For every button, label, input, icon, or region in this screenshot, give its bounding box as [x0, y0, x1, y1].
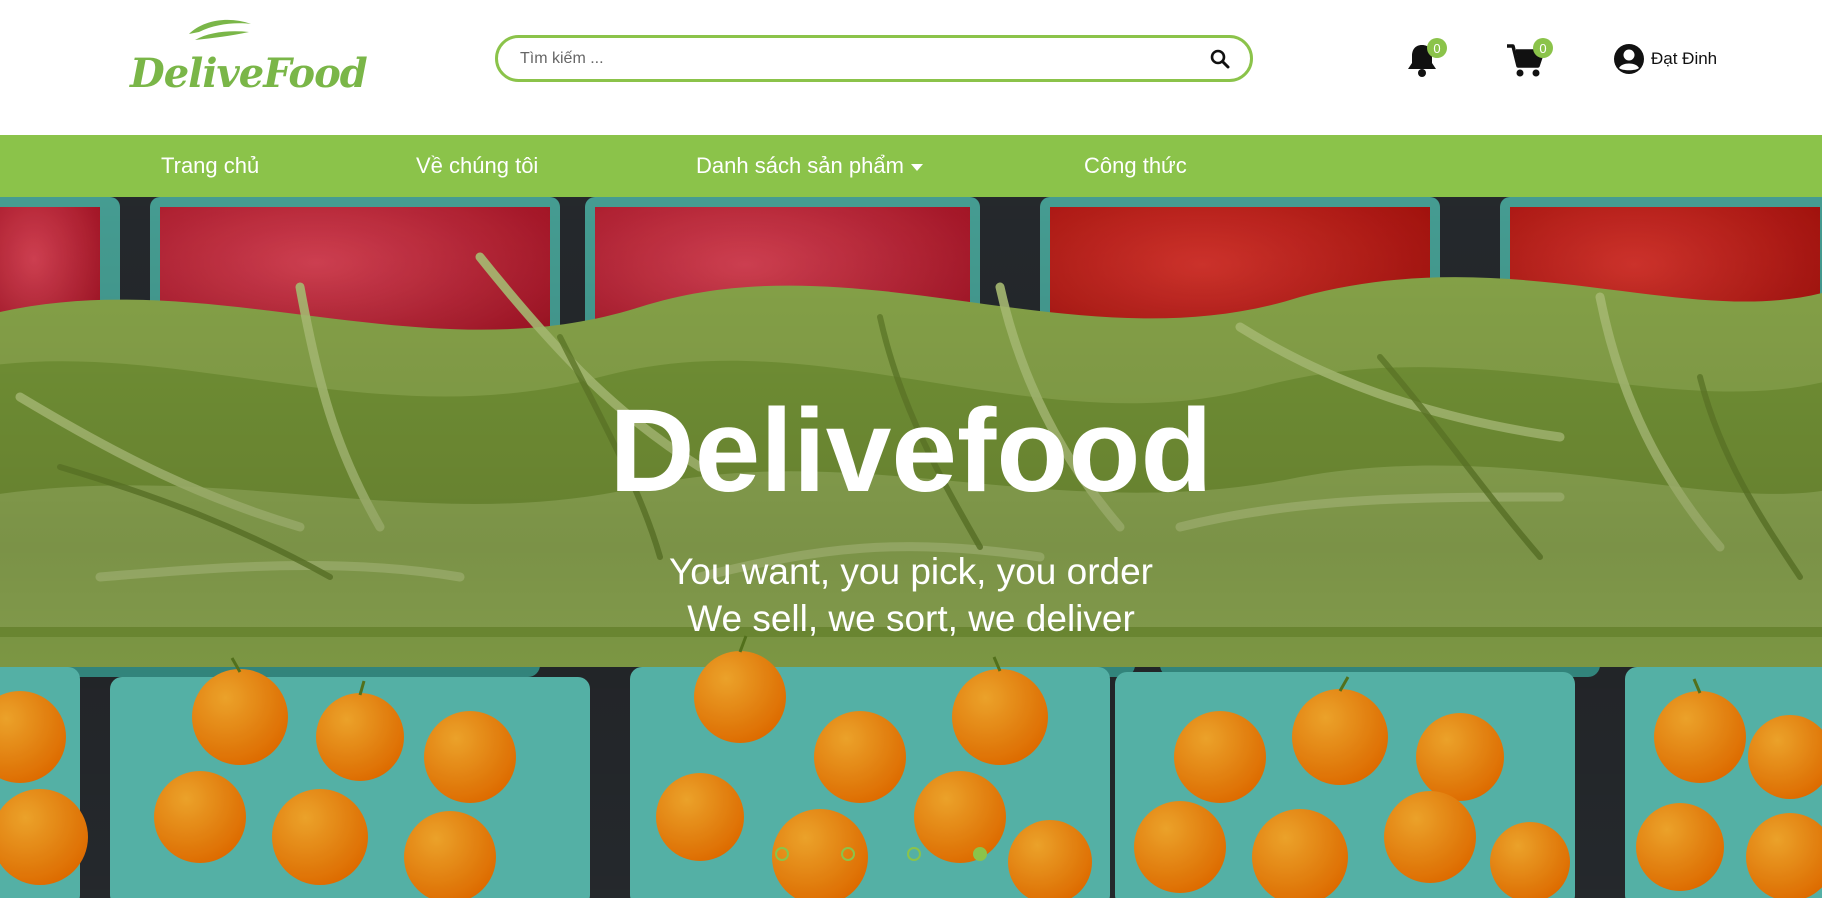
nav-item-about[interactable]: Về chúng tôi — [416, 135, 538, 197]
search-bar — [495, 35, 1253, 82]
leaf-logo-icon — [189, 19, 251, 40]
hero-title: Delivefood — [609, 385, 1213, 517]
cart-button[interactable]: 0 — [1505, 38, 1553, 83]
search-icon — [1210, 49, 1230, 68]
search-input[interactable] — [498, 37, 1200, 80]
hero-produce-image — [0, 197, 1822, 898]
logo[interactable]: DeliveFood — [130, 16, 368, 97]
notifications-button[interactable]: 0 — [1405, 38, 1447, 83]
user-name: Đạt Đinh — [1651, 49, 1718, 68]
hero-tagline-1: You want, you pick, you order — [668, 551, 1154, 592]
hero-carousel: Delivefood You want, you pick, you order… — [0, 197, 1822, 898]
carousel-dot-2[interactable] — [841, 847, 855, 861]
nav-item-products-label: Danh sách sản phẩm — [696, 153, 904, 178]
user-menu[interactable]: Đạt Đinh — [1613, 43, 1717, 75]
cart-count-badge: 0 — [1533, 38, 1553, 58]
logo-text: DeliveFood — [130, 50, 368, 97]
carousel-dot-4[interactable] — [973, 847, 987, 861]
carousel-indicators — [775, 847, 987, 861]
carousel-dot-1[interactable] — [775, 847, 789, 861]
carousel-dot-3[interactable] — [907, 847, 921, 861]
nav-item-recipes[interactable]: Công thức — [1084, 135, 1187, 197]
site-header: DeliveFood 0 0 Đạt Đ — [0, 0, 1822, 135]
nav-item-home[interactable]: Trang chủ — [161, 135, 259, 197]
main-nav: Trang chủ Về chúng tôi Danh sách sản phẩ… — [0, 135, 1822, 197]
caret-down-icon — [910, 164, 923, 172]
user-circle-icon — [1614, 44, 1644, 74]
nav-item-products[interactable]: Danh sách sản phẩm — [696, 135, 924, 197]
search-button[interactable] — [1200, 39, 1240, 79]
notification-count-badge: 0 — [1427, 38, 1447, 58]
hero-tagline-2: We sell, we sort, we deliver — [687, 598, 1135, 639]
